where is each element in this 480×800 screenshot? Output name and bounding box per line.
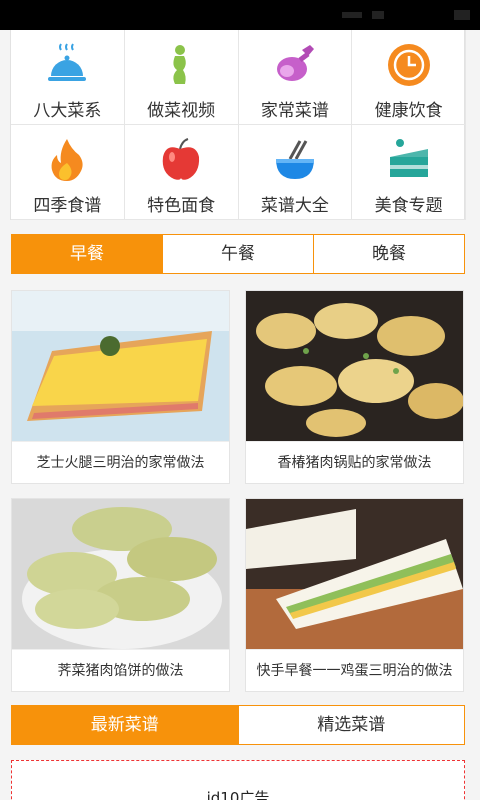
category-item-all-recipes[interactable]: 菜谱大全 (238, 125, 353, 220)
category-item-healthy-eating[interactable]: 健康饮食 (352, 30, 466, 125)
recipe-image (246, 291, 463, 441)
category-item-cuisines[interactable]: 八大菜系 (11, 30, 125, 125)
category-label: 做菜视频 (147, 101, 216, 121)
recipe-title: 芝士火腿三明治的家常做法 (12, 441, 229, 483)
pot-icon (275, 140, 314, 179)
recipe-image (246, 499, 463, 649)
category-item-seasonal[interactable]: 四季食谱 (11, 125, 125, 220)
recipe-card[interactable]: 香椿猪肉锅贴的家常做法 (245, 290, 464, 484)
tab-breakfast[interactable]: 早餐 (12, 235, 163, 273)
meal-tabs: 早餐 午餐 晚餐 (11, 234, 465, 274)
tab-lunch[interactable]: 午餐 (163, 235, 314, 273)
category-label: 健康饮食 (374, 101, 443, 121)
category-label: 八大菜系 (33, 101, 102, 121)
recipe-title: 快手早餐一一鸡蛋三明治的做法 (246, 649, 463, 691)
category-label: 美食专题 (374, 196, 443, 216)
ad-banner[interactable]: id10广告 (11, 760, 465, 800)
recipe-image (12, 499, 229, 649)
recipe-title: 香椿猪肉锅贴的家常做法 (246, 441, 463, 483)
clock-icon (387, 44, 430, 86)
figure-icon (173, 45, 186, 84)
cake-slice-icon (389, 139, 428, 177)
category-item-topics[interactable]: 美食专题 (352, 125, 466, 220)
category-item-home-recipes[interactable]: 家常菜谱 (238, 30, 353, 125)
recipe-card[interactable]: 快手早餐一一鸡蛋三明治的做法 (245, 498, 464, 692)
tab-featured-recipes[interactable]: 精选菜谱 (239, 706, 465, 744)
status-bar (0, 0, 480, 30)
tab-dinner[interactable]: 晚餐 (314, 235, 464, 273)
category-label: 家常菜谱 (260, 101, 329, 121)
recipe-title: 荠菜猪肉馅饼的做法 (12, 649, 229, 691)
tab-latest-recipes[interactable]: 最新菜谱 (12, 706, 239, 744)
recipe-card[interactable]: 荠菜猪肉馅饼的做法 (11, 498, 230, 692)
status-icons (342, 10, 470, 20)
category-item-noodles[interactable]: 特色面食 (124, 125, 239, 220)
category-label: 特色面食 (147, 196, 216, 216)
ad-text: id10广告 (206, 789, 270, 800)
category-grid: 八大菜系 做菜视频 家常菜谱 健康饮食 四季食谱 特色面食 菜谱大全 美食专题 (10, 30, 466, 220)
list-tabs: 最新菜谱 精选菜谱 (11, 705, 465, 745)
category-item-videos[interactable]: 做菜视频 (124, 30, 239, 125)
category-label: 菜谱大全 (260, 196, 329, 216)
ham-icon (276, 45, 314, 81)
recipe-image (12, 291, 229, 441)
recipe-card[interactable]: 芝士火腿三明治的家常做法 (11, 290, 230, 484)
apple-icon (162, 138, 200, 180)
category-label: 四季食谱 (33, 196, 102, 216)
cloche-icon (48, 43, 87, 81)
flame-icon (51, 139, 83, 181)
